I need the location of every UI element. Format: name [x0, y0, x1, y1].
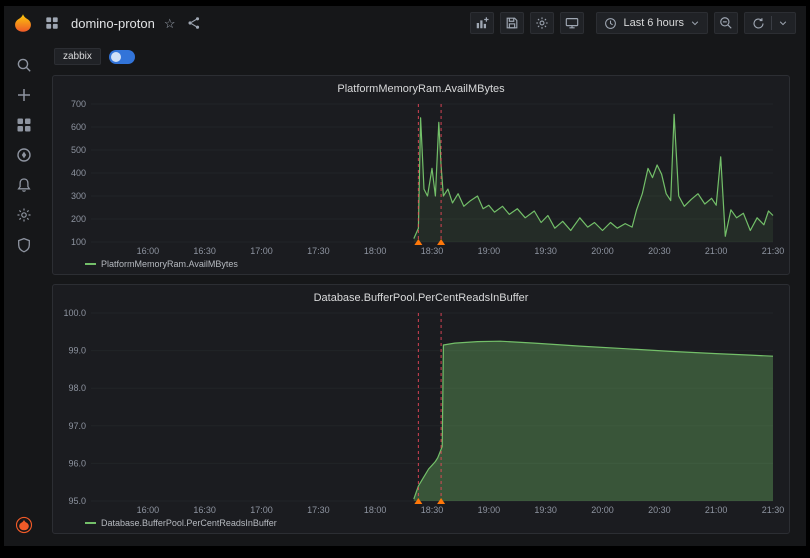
legend-item[interactable]: PlatformMemoryRam.AvailMBytes [101, 259, 238, 269]
add-panel-button[interactable] [470, 12, 494, 34]
dashboard-content: zabbix PlatformMemoryRam.AvailMBytes 100… [44, 40, 806, 546]
bar-chart-plus-icon [475, 16, 489, 30]
refresh-icon [752, 17, 765, 30]
time-range-label: Last 6 hours [623, 17, 684, 29]
submenu-bar: zabbix [54, 48, 790, 65]
cycle-view-button[interactable] [560, 12, 584, 34]
alerting-bell-icon[interactable] [15, 176, 33, 194]
zoom-out-button[interactable] [714, 12, 738, 34]
svg-text:19:00: 19:00 [478, 246, 501, 256]
refresh-button[interactable] [744, 12, 796, 34]
configuration-gear-icon[interactable] [15, 206, 33, 224]
svg-text:21:00: 21:00 [705, 505, 728, 515]
save-icon [505, 16, 519, 30]
svg-text:96.0: 96.0 [68, 458, 86, 468]
svg-text:18:30: 18:30 [421, 246, 444, 256]
time-series-chart[interactable]: 100 200 300 400 500 600 700 16:00 16:30 17:00 17:3… [59, 98, 781, 258]
svg-text:16:30: 16:30 [193, 246, 216, 256]
search-icon[interactable] [15, 56, 33, 74]
panel-title[interactable]: Database.BufferPool.PerCentReadsInBuffer [59, 289, 783, 307]
svg-text:700: 700 [71, 99, 86, 109]
dashboard-grid-icon [42, 13, 62, 33]
grafana-logo[interactable] [13, 13, 33, 33]
svg-text:21:30: 21:30 [762, 246, 785, 256]
svg-text:17:30: 17:30 [307, 505, 330, 515]
explore-compass-icon[interactable] [15, 146, 33, 164]
grafana-flame-icon [13, 12, 33, 34]
dashboards-icon[interactable] [15, 116, 33, 134]
top-navbar: domino-proton ☆ Last 6 hours [4, 6, 806, 40]
legend-color-indicator [85, 522, 96, 524]
svg-text:16:00: 16:00 [137, 505, 160, 515]
gear-icon [535, 16, 549, 30]
svg-text:19:30: 19:30 [534, 246, 557, 256]
svg-text:300: 300 [71, 191, 86, 201]
grafana-help-icon[interactable] [15, 516, 33, 546]
star-icon[interactable]: ☆ [164, 17, 176, 30]
svg-text:16:00: 16:00 [137, 246, 160, 256]
svg-text:20:30: 20:30 [648, 246, 671, 256]
svg-text:99.0: 99.0 [68, 346, 86, 356]
svg-text:19:00: 19:00 [478, 505, 501, 515]
svg-text:200: 200 [71, 214, 86, 224]
dashboard-settings-button[interactable] [530, 12, 554, 34]
legend: PlatformMemoryRam.AvailMBytes [59, 258, 783, 272]
dashboard-title[interactable]: domino-proton [71, 16, 155, 31]
svg-text:98.0: 98.0 [68, 383, 86, 393]
toggle-knob [111, 52, 121, 62]
legend: Database.BufferPool.PerCentReadsInBuffer [59, 517, 783, 531]
svg-text:500: 500 [71, 145, 86, 155]
chevron-down-icon [778, 18, 788, 28]
svg-text:20:30: 20:30 [648, 505, 671, 515]
svg-text:95.0: 95.0 [68, 496, 86, 506]
divider [771, 16, 772, 30]
share-icon[interactable] [184, 13, 204, 33]
svg-text:18:00: 18:00 [364, 246, 387, 256]
sidebar [4, 40, 44, 546]
admin-shield-icon[interactable] [15, 236, 33, 254]
svg-text:18:00: 18:00 [364, 505, 387, 515]
save-dashboard-button[interactable] [500, 12, 524, 34]
time-picker-button[interactable]: Last 6 hours [596, 12, 708, 34]
panel-memory: PlatformMemoryRam.AvailMBytes 100 200 300 4… [52, 75, 790, 275]
svg-text:100: 100 [71, 237, 86, 247]
svg-text:100.0: 100.0 [63, 308, 86, 318]
svg-text:97.0: 97.0 [68, 421, 86, 431]
zabbix-toggle[interactable] [109, 50, 135, 64]
svg-text:17:30: 17:30 [307, 246, 330, 256]
svg-text:21:00: 21:00 [705, 246, 728, 256]
grafana-app: domino-proton ☆ Last 6 hours [4, 6, 806, 546]
clock-icon [604, 17, 617, 30]
svg-text:17:00: 17:00 [250, 246, 273, 256]
monitor-icon [565, 16, 579, 30]
time-series-chart[interactable]: 95.0 96.0 97.0 98.0 99.0 100.0 16:00 16:30 17:00… [59, 307, 781, 517]
panel-bufferpool: Database.BufferPool.PerCentReadsInBuffer… [52, 284, 790, 534]
svg-text:19:30: 19:30 [534, 505, 557, 515]
magnifier-minus-icon [719, 16, 733, 30]
legend-item[interactable]: Database.BufferPool.PerCentReadsInBuffer [101, 518, 277, 528]
create-plus-icon[interactable] [15, 86, 33, 104]
svg-text:18:30: 18:30 [421, 505, 444, 515]
variable-label: zabbix [54, 48, 101, 65]
svg-text:21:30: 21:30 [762, 505, 785, 515]
svg-text:20:00: 20:00 [591, 246, 614, 256]
svg-text:20:00: 20:00 [591, 505, 614, 515]
svg-text:17:00: 17:00 [250, 505, 273, 515]
panel-title[interactable]: PlatformMemoryRam.AvailMBytes [59, 80, 783, 98]
chevron-down-icon [690, 18, 700, 28]
legend-color-indicator [85, 263, 96, 265]
svg-text:600: 600 [71, 122, 86, 132]
svg-text:400: 400 [71, 168, 86, 178]
svg-text:16:30: 16:30 [193, 505, 216, 515]
